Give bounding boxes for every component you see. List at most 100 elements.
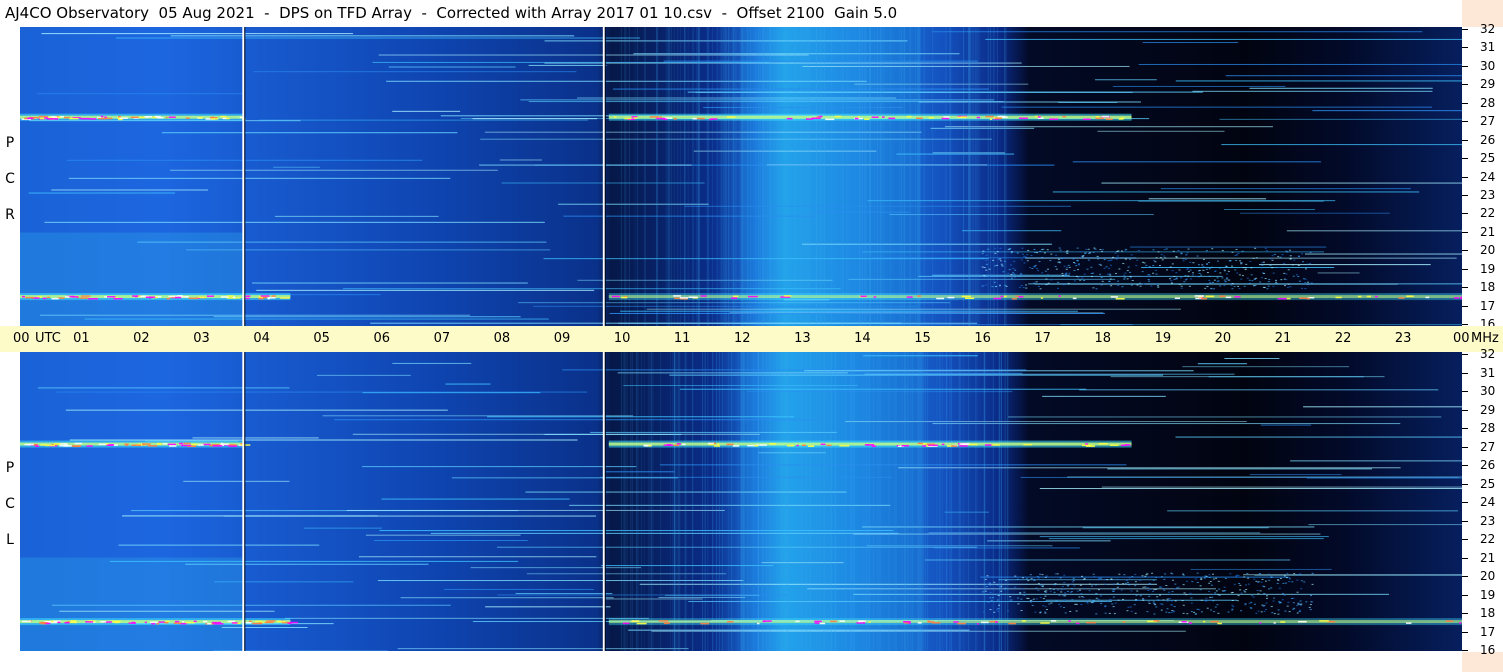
speckle — [1083, 588, 1086, 590]
band-hotspot — [1049, 118, 1059, 120]
speckle — [1078, 589, 1081, 591]
band-hotspot — [1219, 295, 1226, 297]
band-hotspot — [258, 297, 264, 300]
vertical-striation — [725, 27, 727, 326]
band-hotspot — [681, 443, 686, 446]
speckle — [1092, 251, 1095, 253]
frequency-tick-label: 30 — [1480, 384, 1496, 398]
speckle — [998, 604, 1001, 606]
frequency-tick-label: 21 — [1480, 224, 1496, 239]
speckle — [1261, 604, 1264, 606]
speckle — [1181, 573, 1184, 575]
speckle — [1164, 257, 1167, 259]
speckle — [1133, 604, 1136, 606]
interference-line — [400, 597, 614, 599]
band-hotspot — [71, 296, 79, 298]
vertical-striation — [945, 27, 947, 326]
vertical-striation — [800, 352, 802, 651]
speckle — [1160, 576, 1163, 578]
band-hotspot — [53, 443, 61, 445]
speckle — [1299, 573, 1302, 575]
speckle — [1066, 252, 1069, 254]
speckle — [1175, 256, 1178, 258]
vertical-striation — [716, 352, 718, 651]
speckle — [1146, 611, 1149, 613]
speckle — [1114, 602, 1117, 604]
vertical-striation — [747, 27, 749, 326]
speckle — [1278, 602, 1281, 604]
speckle — [1076, 247, 1079, 249]
time-tick-label: 04 — [253, 331, 270, 346]
speckle — [1200, 611, 1203, 613]
speckle — [1184, 279, 1187, 281]
speckle — [1121, 286, 1124, 288]
vertical-striation — [665, 27, 667, 326]
interference-line — [1249, 87, 1433, 89]
vertical-striation — [976, 352, 978, 651]
band-hotspot — [1406, 295, 1414, 298]
speckle — [1231, 265, 1234, 267]
speckle — [1169, 593, 1172, 595]
speckle — [1044, 576, 1047, 578]
speckle — [1260, 581, 1263, 583]
vertical-striation — [906, 352, 908, 651]
band-hotspot — [212, 445, 223, 447]
speckle — [1027, 249, 1030, 251]
speckle — [1223, 590, 1226, 592]
frequency-tick — [1462, 324, 1468, 325]
speckle — [1023, 591, 1026, 593]
vertical-striation — [865, 27, 867, 326]
frequency-tick — [1462, 213, 1468, 215]
band-hotspot — [820, 443, 826, 446]
band-hotspot — [227, 620, 236, 623]
band-hotspot — [976, 116, 981, 119]
speckle — [1211, 596, 1214, 598]
band-hotspot — [40, 444, 47, 446]
vertical-striation — [834, 352, 836, 651]
interference-line — [274, 215, 439, 217]
speckle — [1106, 576, 1109, 578]
speckle — [1183, 592, 1186, 594]
band-hotspot — [1286, 297, 1291, 300]
speckle — [1239, 584, 1242, 586]
vertical-striation — [772, 27, 774, 326]
vertical-striation — [895, 352, 897, 651]
vertical-striation — [950, 352, 952, 651]
speckle — [1284, 610, 1287, 612]
interference-line — [563, 215, 818, 217]
vertical-striation — [842, 27, 844, 326]
vertical-striation — [869, 27, 871, 326]
speckle — [1299, 609, 1302, 611]
speckle — [1129, 606, 1132, 608]
vertical-striation — [692, 352, 694, 651]
speckle — [1237, 595, 1240, 597]
speckle — [988, 275, 991, 277]
speckle — [986, 583, 989, 585]
band-hotspot — [45, 444, 56, 447]
band-hotspot — [917, 442, 924, 445]
band-hotspot — [868, 621, 871, 623]
speckle — [1184, 258, 1187, 260]
interference-line — [1219, 118, 1462, 120]
speckle — [1185, 594, 1188, 596]
band-hotspot — [1109, 444, 1119, 446]
speckle — [1158, 265, 1161, 267]
speckle — [1180, 277, 1183, 279]
speckle — [1042, 605, 1045, 607]
band-hotspot — [38, 115, 48, 118]
speckle — [1223, 284, 1226, 286]
speckle — [1170, 612, 1173, 614]
speckle — [1227, 279, 1230, 281]
interference-line — [526, 573, 727, 575]
vertical-striation — [912, 352, 914, 651]
vertical-striation — [882, 27, 884, 326]
speckle — [1215, 590, 1218, 592]
speckle — [1215, 577, 1218, 579]
speckle — [1109, 264, 1112, 266]
speckle — [1187, 271, 1190, 273]
interference-line — [924, 559, 1291, 561]
frequency-tick-label: 23 — [1480, 513, 1496, 528]
speckle — [1293, 259, 1296, 261]
speckle — [1078, 596, 1081, 598]
interference-line — [543, 258, 989, 260]
